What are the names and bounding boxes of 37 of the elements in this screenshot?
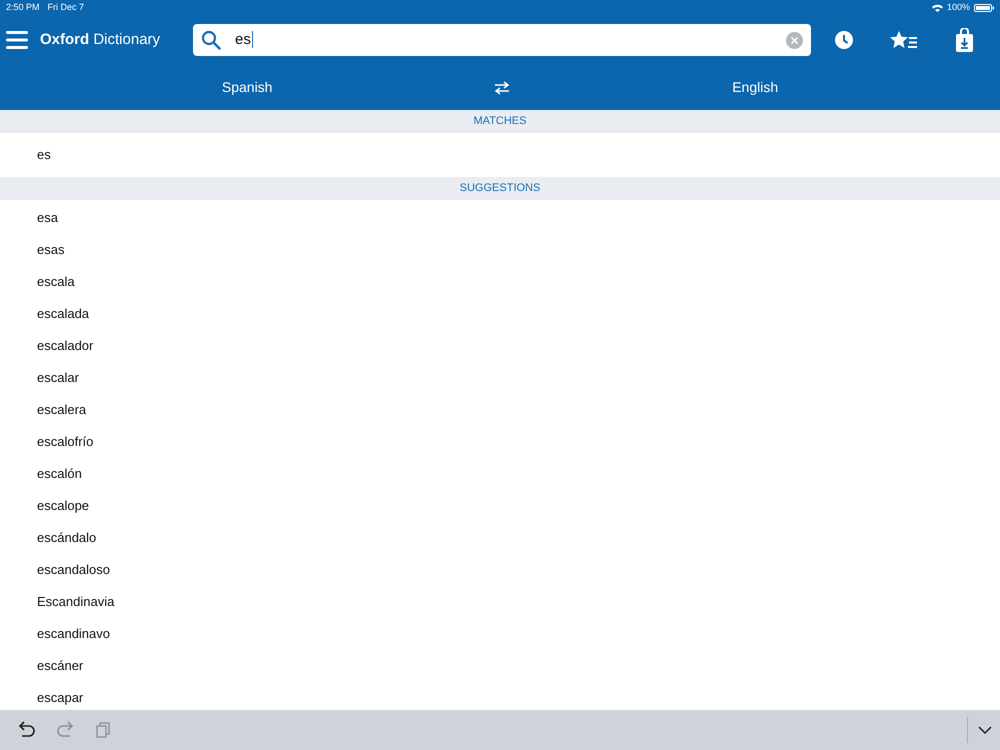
word-entry[interactable]: escáner bbox=[37, 656, 84, 676]
swap-icon[interactable] bbox=[494, 80, 510, 94]
word-entry[interactable]: escapar bbox=[37, 688, 84, 708]
search-icon bbox=[201, 30, 221, 50]
battery-percent: 100% bbox=[946, 0, 970, 14]
starred-list-icon[interactable] bbox=[890, 31, 918, 49]
word-entry[interactable]: escalón bbox=[37, 464, 82, 484]
download-bag-icon[interactable] bbox=[956, 28, 972, 52]
status-time: 2:50 PM bbox=[6, 0, 40, 14]
battery-icon bbox=[974, 4, 994, 12]
word-entry[interactable]: escándalo bbox=[37, 528, 96, 548]
target-language[interactable]: English bbox=[732, 79, 778, 95]
word-entry[interactable]: escalope bbox=[37, 496, 90, 516]
status-date: Fri Dec 7 bbox=[48, 0, 84, 14]
word-entry[interactable]: escalar bbox=[37, 368, 79, 388]
undo-icon[interactable] bbox=[18, 721, 36, 738]
search-field[interactable]: es bbox=[193, 24, 811, 56]
word-entry[interactable]: esas bbox=[37, 240, 64, 260]
word-entry[interactable]: escalador bbox=[37, 336, 94, 356]
section-header: SUGGESTIONS bbox=[460, 181, 540, 196]
word-entry[interactable]: Escandinavia bbox=[37, 592, 114, 612]
word-entry[interactable]: escalera bbox=[37, 400, 86, 420]
word-entry[interactable]: escalada bbox=[37, 304, 90, 324]
section-header: MATCHES bbox=[474, 114, 526, 130]
wifi-icon bbox=[932, 4, 943, 12]
source-language[interactable]: Spanish bbox=[222, 79, 272, 95]
word-entry[interactable]: escandaloso bbox=[37, 560, 110, 580]
chevron-down-icon[interactable] bbox=[978, 726, 992, 734]
word-entry[interactable]: esa bbox=[37, 208, 58, 228]
word-entry[interactable]: escandinavo bbox=[37, 624, 110, 644]
clock-icon[interactable] bbox=[835, 31, 853, 49]
word-entry[interactable]: es bbox=[37, 145, 51, 165]
word-entry[interactable]: escalofrío bbox=[37, 432, 94, 452]
app-title: Oxford Dictionary bbox=[40, 30, 162, 50]
menu-icon[interactable] bbox=[6, 31, 28, 49]
word-entry[interactable]: escala bbox=[37, 272, 75, 292]
search-query: es bbox=[235, 30, 253, 48]
